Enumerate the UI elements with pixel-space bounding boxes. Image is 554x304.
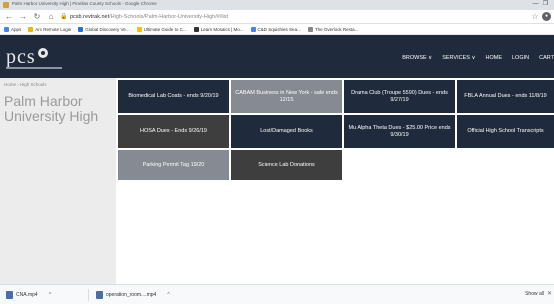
reload-icon[interactable]: ↻: [32, 12, 42, 22]
bookmark-icon: [193, 27, 199, 32]
logo-badge-icon: [37, 48, 48, 58]
product-tile-cabam[interactable]: CABAM Business in New York - sale ends 1…: [231, 80, 342, 113]
product-tile-lost-books[interactable]: Lost/Damaged Books: [231, 115, 342, 148]
bookmark-apps[interactable]: Apps: [4, 27, 21, 32]
downloads-bar: CNA.mp4 ^ operation_room....mp4 ^ Show a…: [0, 284, 554, 304]
download-item[interactable]: operation_room....mp4 ^: [96, 290, 170, 300]
bookmark-global-discovery[interactable]: Global Discovery Ve...: [78, 27, 130, 32]
bookmark-star-icon[interactable]: ☆: [530, 12, 540, 22]
site-header: pcs BROWSE ∨ SERVICES ∨ HOME LOGIN CART: [0, 35, 554, 78]
video-file-icon: [96, 291, 103, 299]
site-logo[interactable]: pcs: [6, 47, 48, 67]
window-controls: — ❐: [531, 0, 550, 10]
product-tile-science-lab[interactable]: Science Lab Donations: [231, 150, 342, 180]
bookmark-icon: [136, 27, 142, 32]
product-tile-parking[interactable]: Parking Permit Tag 19/20: [118, 150, 229, 180]
minimize-button[interactable]: —: [531, 0, 540, 9]
bookmark-ultimate-guide[interactable]: Ultimate Guide to C...: [136, 27, 187, 32]
site-nav: BROWSE ∨ SERVICES ∨ HOME LOGIN CART: [402, 55, 554, 61]
chevron-up-icon[interactable]: ^: [167, 292, 169, 298]
url-field[interactable]: 🔒 pcsb.revtrak.net/High-Schools/Palm-Har…: [60, 12, 528, 22]
bookmark-label: Global Discovery Ve...: [85, 27, 130, 32]
bookmark-icon: [250, 27, 256, 32]
apps-grid-icon: [4, 27, 9, 32]
forward-arrow-icon[interactable]: →: [18, 12, 28, 22]
bookmark-label: Learn Mosaics | Mo...: [200, 27, 244, 32]
bookmark-arc-remote[interactable]: Arc Remote Login: [28, 27, 71, 32]
nav-browse[interactable]: BROWSE ∨: [402, 55, 432, 61]
bookmark-learn-mosaics[interactable]: Learn Mosaics | Mo...: [193, 27, 244, 32]
bookmark-overlock[interactable]: The Overlock Resta...: [307, 27, 359, 32]
nav-services[interactable]: SERVICES ∨: [442, 55, 475, 61]
url-text: pcsb.revtrak.net/High-Schools/Palm-Harbo…: [70, 13, 228, 21]
sidebar: Home › High Schools Palm Harbor Universi…: [0, 78, 116, 284]
window-title: Palm Harbor University High | Pinellas C…: [12, 1, 157, 6]
breadcrumb[interactable]: Home › High Schools: [4, 82, 47, 87]
favicon-icon: [3, 2, 9, 8]
product-tile-hosa[interactable]: HOSA Dues - Ends 9/26/19: [118, 115, 229, 148]
url-host: pcsb.revtrak.net: [70, 14, 110, 20]
video-file-icon: [6, 291, 13, 299]
bookmark-label: Apps: [11, 27, 22, 32]
download-filename: CNA.mp4: [16, 292, 38, 298]
chevron-up-icon[interactable]: ^: [49, 292, 51, 298]
bookmark-label: Ultimate Guide to C...: [143, 27, 187, 32]
profile-avatar[interactable]: ●: [542, 12, 551, 21]
close-icon[interactable]: ✕: [547, 290, 552, 297]
back-arrow-icon[interactable]: ←: [4, 12, 14, 22]
bookmarks-bar: Apps Arc Remote Login Global Discovery V…: [0, 25, 554, 35]
home-icon[interactable]: ⌂: [46, 12, 56, 22]
address-bar: ← → ↻ ⌂ 🔒 pcsb.revtrak.net/High-Schools/…: [0, 10, 554, 24]
nav-home[interactable]: HOME: [486, 55, 503, 61]
show-all-button[interactable]: Show all: [525, 291, 544, 297]
bookmark-squishies[interactable]: C&D Squishies Sea...: [250, 27, 301, 32]
bookmark-label: The Overlock Resta...: [314, 27, 359, 32]
download-filename: operation_room....mp4: [106, 292, 157, 298]
download-item[interactable]: CNA.mp4 ^: [6, 290, 51, 300]
nav-login[interactable]: LOGIN: [512, 55, 529, 61]
product-tile-drama[interactable]: Drama Club (Troupe 5590) Dues - ends 9/2…: [344, 80, 455, 113]
logo-underline: [6, 67, 62, 69]
divider: [88, 289, 89, 301]
bookmark-label: C&D Squishies Sea...: [257, 27, 301, 32]
bookmark-icon: [307, 27, 313, 32]
product-tile-fbla[interactable]: FBLA Annual Dues - ends 11/8/19: [457, 80, 554, 113]
logo-text: pcs: [6, 46, 36, 68]
nav-cart[interactable]: CART: [539, 55, 554, 61]
url-path: /High-Schools/Palm-Harbor-University-Hig…: [109, 14, 229, 20]
restore-button[interactable]: ❐: [541, 0, 550, 9]
window-title-bar: Palm Harbor University High | Pinellas C…: [0, 0, 554, 10]
product-tile-transcripts[interactable]: Official High School Transcripts: [457, 115, 554, 148]
product-tile-mu-alpha-theta[interactable]: Mu Alpha Theta Dues - $25.00 Price ends …: [344, 115, 455, 148]
bookmark-icon: [78, 27, 84, 32]
lock-icon: 🔒: [60, 14, 68, 20]
bookmark-label: Arc Remote Login: [35, 27, 72, 32]
product-tile-biomedical[interactable]: Biomedical Lab Coats - ends 9/20/19: [118, 80, 229, 113]
bookmark-icon: [28, 27, 34, 32]
page-title: Palm Harbor University High: [4, 93, 99, 124]
